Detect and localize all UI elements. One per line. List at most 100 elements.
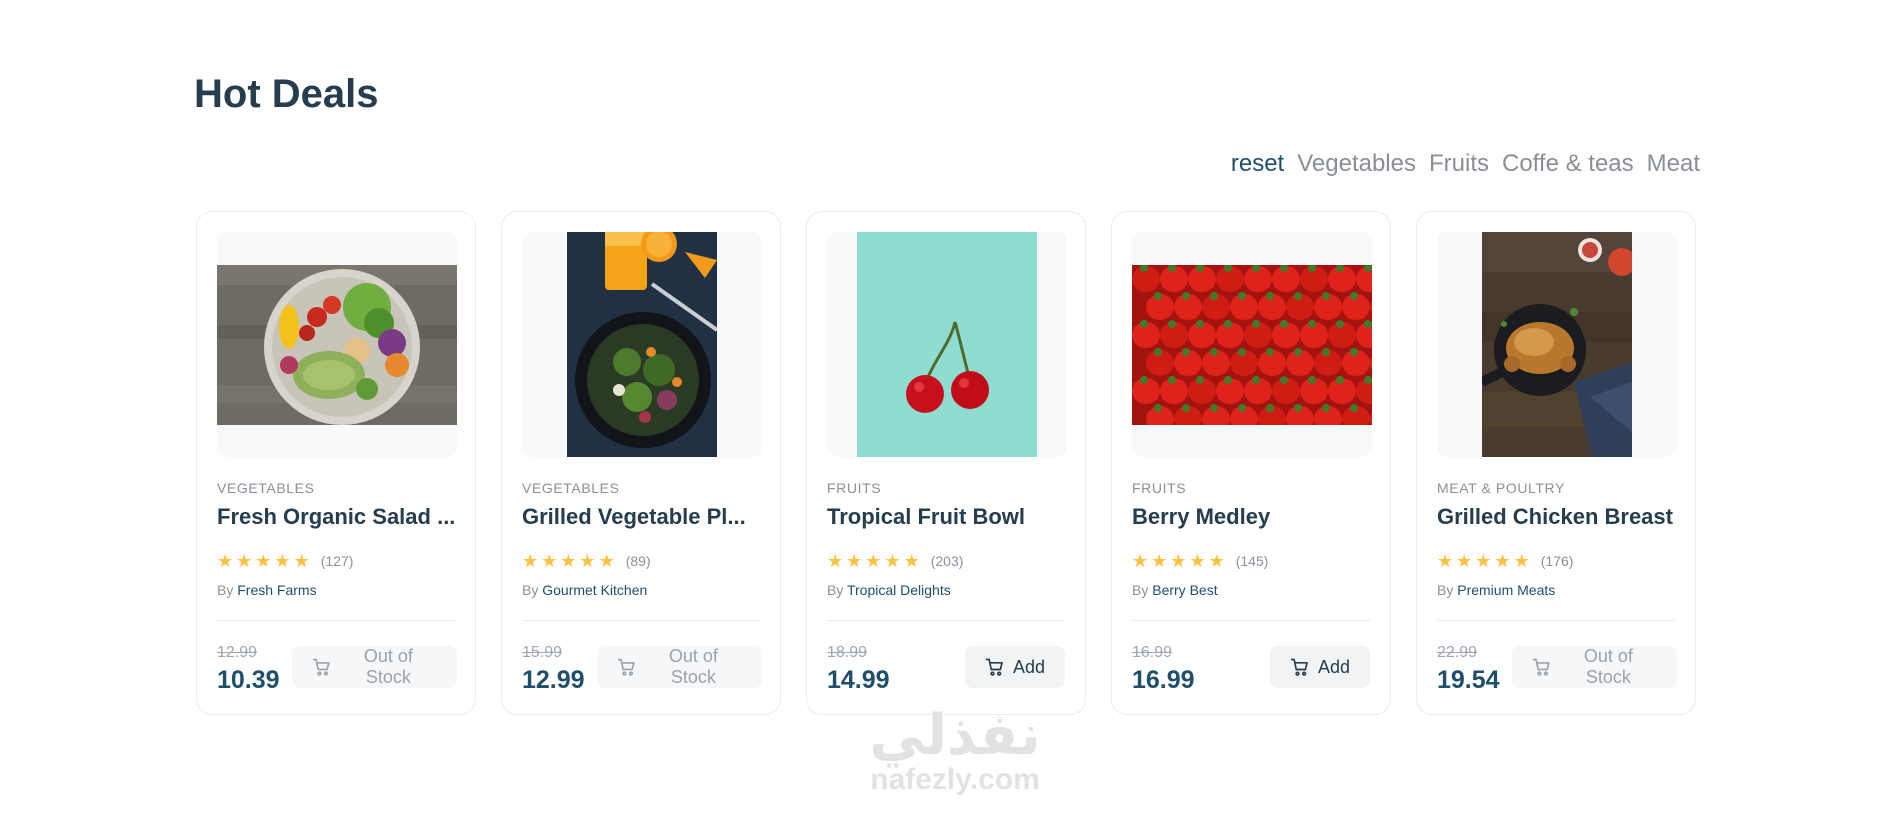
add-to-cart-button[interactable]: Add bbox=[965, 646, 1065, 688]
product-grid: VEGETABLES Fresh Organic Salad ... ★ ★ ★… bbox=[196, 211, 1696, 715]
product-image-frame[interactable] bbox=[1132, 232, 1372, 457]
watermark-arabic: نفذلي bbox=[869, 703, 1041, 766]
star-icon: ★ bbox=[1437, 551, 1454, 571]
current-price: 19.54 bbox=[1437, 666, 1500, 694]
star-icon: ★ bbox=[541, 551, 558, 571]
product-rating: ★ ★ ★ ★ ★ (89) bbox=[522, 552, 651, 570]
star-icon: ★ bbox=[903, 551, 920, 571]
product-rating: ★ ★ ★ ★ ★ (145) bbox=[1132, 552, 1268, 570]
vendor-prefix: By bbox=[522, 582, 539, 598]
star-icon: ★ bbox=[884, 551, 901, 571]
product-card[interactable]: VEGETABLES Grilled Vegetable Pl... ★ ★ ★… bbox=[501, 211, 781, 715]
card-divider bbox=[217, 620, 455, 621]
star-icon: ★ bbox=[579, 551, 596, 571]
button-label: Out of Stock bbox=[668, 646, 718, 687]
filter-reset[interactable]: reset bbox=[1231, 150, 1284, 178]
button-label: Out of Stock bbox=[363, 646, 413, 687]
product-name[interactable]: Grilled Vegetable Pl... bbox=[522, 504, 764, 530]
star-icon: ★ bbox=[1513, 551, 1530, 571]
vendor-name[interactable]: Tropical Delights bbox=[847, 582, 951, 598]
current-price: 16.99 bbox=[1132, 666, 1195, 694]
old-price: 22.99 bbox=[1437, 644, 1478, 661]
filter-coffee-teas[interactable]: Coffe & teas bbox=[1502, 150, 1634, 178]
star-icon: ★ bbox=[1132, 551, 1149, 571]
filter-meat[interactable]: Meat bbox=[1647, 150, 1700, 178]
button-label: Out of Stock bbox=[1583, 646, 1633, 687]
product-image-frame[interactable] bbox=[1437, 232, 1677, 457]
cart-icon bbox=[1290, 658, 1308, 676]
vendor-prefix: By bbox=[827, 582, 844, 598]
product-category: FRUITS bbox=[1132, 480, 1187, 496]
product-card[interactable]: VEGETABLES Fresh Organic Salad ... ★ ★ ★… bbox=[196, 211, 476, 715]
watermark-logo: نفذلي nafezly.com bbox=[845, 705, 1065, 795]
rating-count: (145) bbox=[1235, 553, 1269, 569]
vendor-line: By Premium Meats bbox=[1437, 582, 1555, 598]
card-divider bbox=[522, 620, 760, 621]
product-category: FRUITS bbox=[827, 480, 882, 496]
out-of-stock-button[interactable]: Out of Stock bbox=[292, 646, 457, 688]
star-icon: ★ bbox=[598, 551, 615, 571]
product-card[interactable]: FRUITS Tropical Fruit Bowl ★ ★ ★ ★ ★ (20… bbox=[806, 211, 1086, 715]
button-label: Add bbox=[1317, 656, 1350, 677]
old-price: 16.99 bbox=[1132, 644, 1173, 661]
old-price: 15.99 bbox=[522, 644, 563, 661]
filter-fruits[interactable]: Fruits bbox=[1429, 150, 1489, 178]
product-category: VEGETABLES bbox=[217, 480, 315, 496]
vendor-name[interactable]: Berry Best bbox=[1152, 582, 1217, 598]
rating-count: (176) bbox=[1540, 553, 1574, 569]
cart-icon bbox=[1532, 658, 1550, 676]
vendor-prefix: By bbox=[217, 582, 234, 598]
category-filters: reset Vegetables Fruits Coffe & teas Mea… bbox=[1231, 150, 1700, 178]
product-name[interactable]: Tropical Fruit Bowl bbox=[827, 504, 1069, 530]
vendor-prefix: By bbox=[1437, 582, 1454, 598]
out-of-stock-button[interactable]: Out of Stock bbox=[597, 646, 762, 688]
product-card[interactable]: FRUITS Berry Medley ★ ★ ★ ★ ★ (145) By B… bbox=[1111, 211, 1391, 715]
old-price: 12.99 bbox=[217, 644, 258, 661]
star-icon: ★ bbox=[1151, 551, 1168, 571]
star-icon: ★ bbox=[827, 551, 844, 571]
star-icon: ★ bbox=[274, 551, 291, 571]
star-icon: ★ bbox=[522, 551, 539, 571]
star-icon: ★ bbox=[293, 551, 310, 571]
current-price: 10.39 bbox=[217, 666, 280, 694]
salad-bowl-photo bbox=[217, 265, 457, 425]
rating-count: (127) bbox=[320, 553, 354, 569]
vendor-line: By Berry Best bbox=[1132, 582, 1218, 598]
product-name[interactable]: Fresh Organic Salad ... bbox=[217, 504, 459, 530]
star-icon: ★ bbox=[1170, 551, 1187, 571]
card-divider bbox=[827, 620, 1065, 621]
product-card[interactable]: MEAT & POULTRY Grilled Chicken Breast ★ … bbox=[1416, 211, 1696, 715]
vendor-line: By Tropical Delights bbox=[827, 582, 951, 598]
old-price: 18.99 bbox=[827, 644, 868, 661]
add-to-cart-button[interactable]: Add bbox=[1270, 646, 1370, 688]
watermark-latin: nafezly.com bbox=[870, 763, 1040, 796]
product-image-frame[interactable] bbox=[522, 232, 762, 457]
cart-icon bbox=[985, 658, 1003, 676]
star-icon: ★ bbox=[217, 551, 234, 571]
vendor-name[interactable]: Fresh Farms bbox=[237, 582, 316, 598]
strawberries-photo bbox=[1132, 265, 1372, 425]
product-name[interactable]: Berry Medley bbox=[1132, 504, 1374, 530]
star-icon: ★ bbox=[1208, 551, 1225, 571]
filter-vegetables[interactable]: Vegetables bbox=[1297, 150, 1416, 178]
vendor-name[interactable]: Premium Meats bbox=[1457, 582, 1555, 598]
product-image-frame[interactable] bbox=[827, 232, 1067, 457]
rating-count: (89) bbox=[625, 553, 651, 569]
out-of-stock-button[interactable]: Out of Stock bbox=[1512, 646, 1677, 688]
star-icon: ★ bbox=[1494, 551, 1511, 571]
cart-icon bbox=[617, 658, 635, 676]
star-icon: ★ bbox=[1475, 551, 1492, 571]
current-price: 12.99 bbox=[522, 666, 585, 694]
cherries-photo bbox=[857, 232, 1037, 457]
star-icon: ★ bbox=[1456, 551, 1473, 571]
product-image-frame[interactable] bbox=[217, 232, 457, 457]
star-icon: ★ bbox=[236, 551, 253, 571]
card-divider bbox=[1132, 620, 1370, 621]
vendor-line: By Fresh Farms bbox=[217, 582, 317, 598]
page-title: Hot Deals bbox=[194, 72, 379, 116]
vendor-name[interactable]: Gourmet Kitchen bbox=[542, 582, 647, 598]
vendor-prefix: By bbox=[1132, 582, 1149, 598]
product-name[interactable]: Grilled Chicken Breast bbox=[1437, 504, 1679, 530]
card-divider bbox=[1437, 620, 1675, 621]
product-rating: ★ ★ ★ ★ ★ (176) bbox=[1437, 552, 1573, 570]
